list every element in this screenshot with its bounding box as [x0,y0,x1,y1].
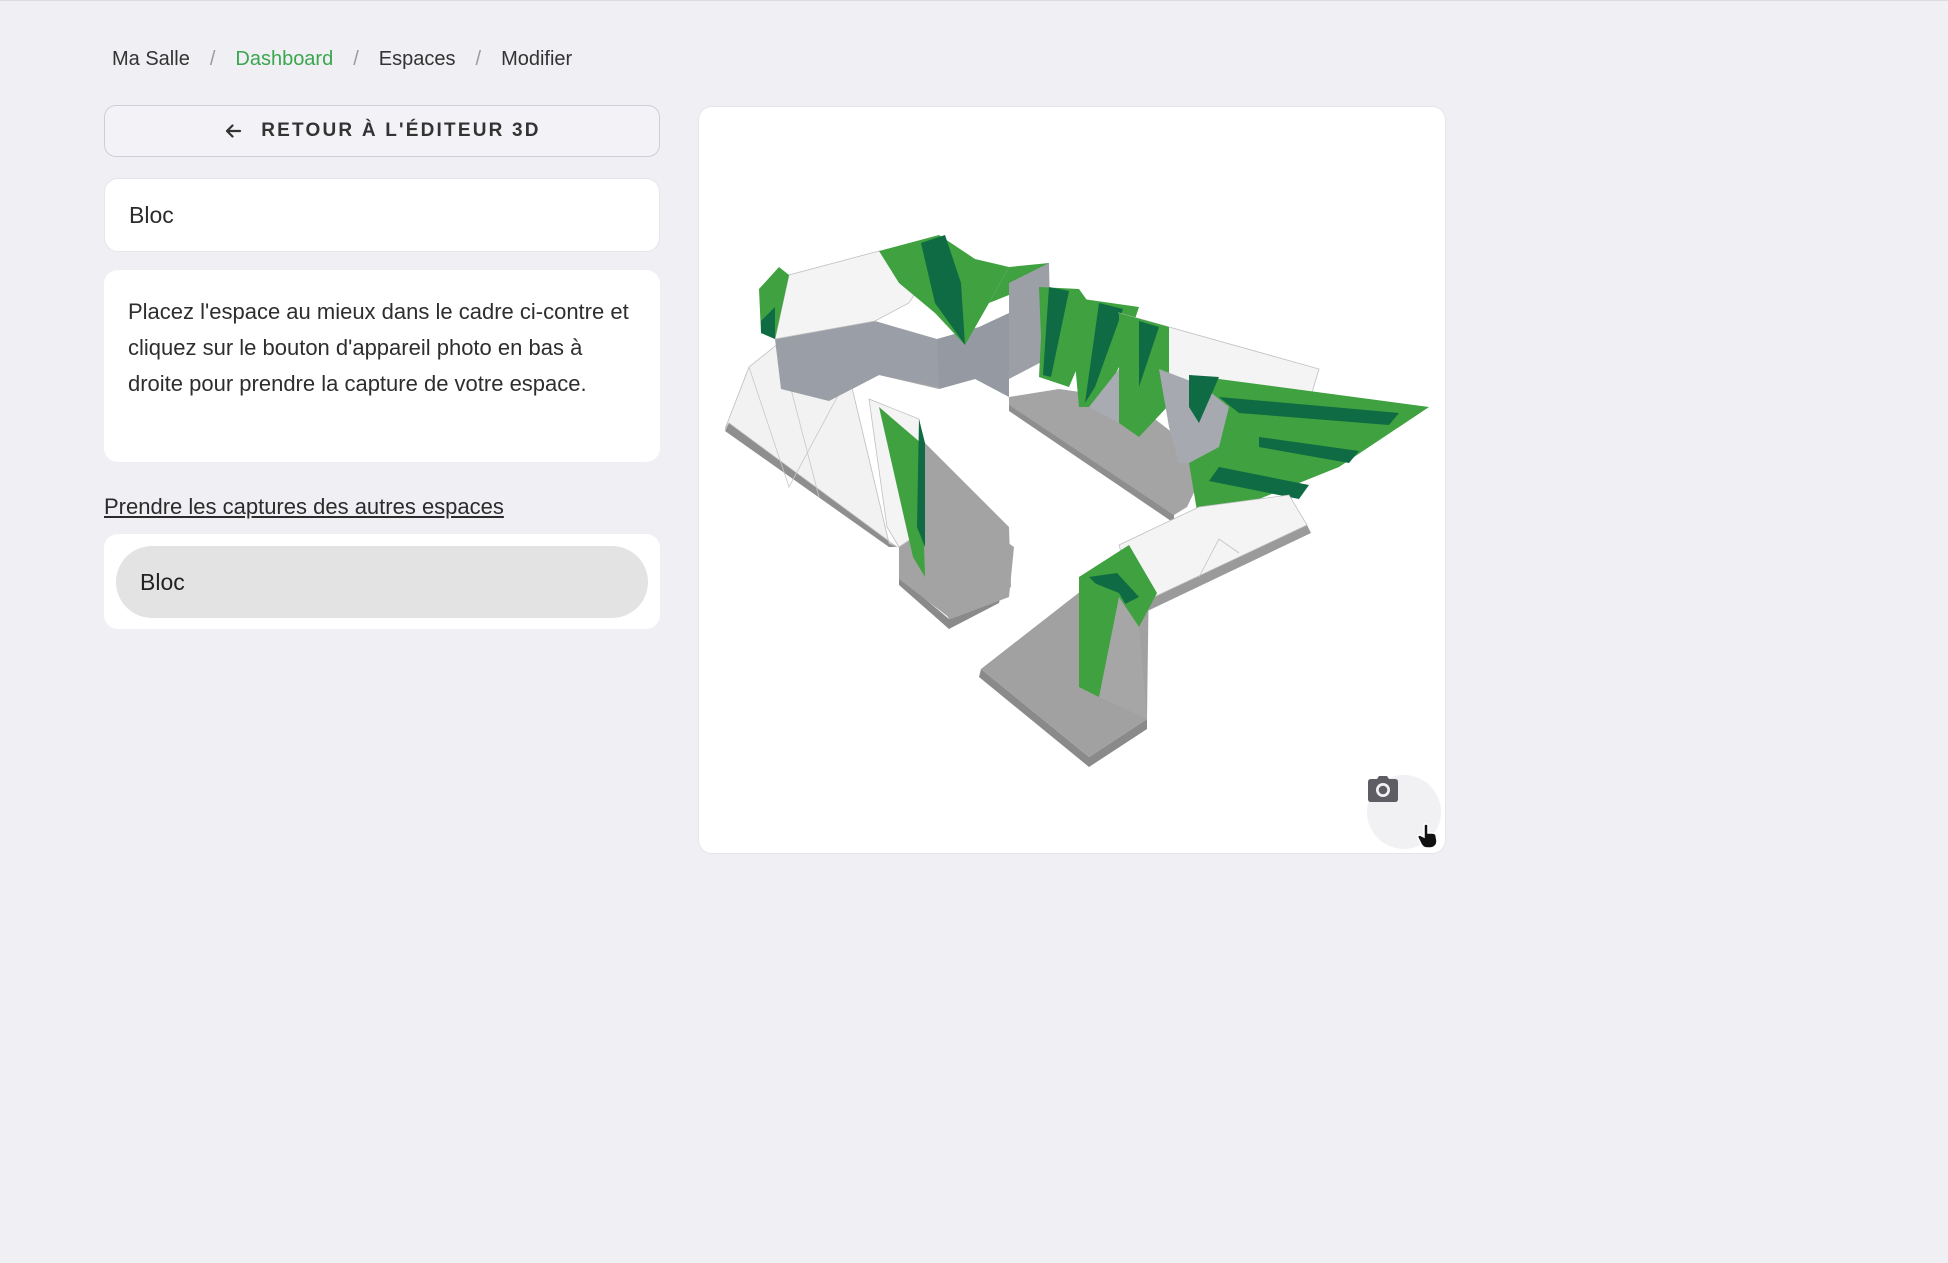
other-spaces-captures-link[interactable]: Prendre les captures des autres espaces [104,494,504,520]
breadcrumb: Ma Salle / Dashboard / Espaces / Modifie… [112,48,572,71]
back-button-label: RETOUR À L'ÉDITEUR 3D [261,120,541,141]
list-item[interactable]: Bloc [116,546,648,618]
3d-climbing-wall-render [724,235,1429,767]
instructions-card: Placez l'espace au mieux dans le cadre c… [104,270,660,462]
3d-viewer[interactable] [698,106,1446,854]
breadcrumb-separator: / [209,48,216,70]
arrow-left-icon [223,121,243,141]
breadcrumb-espaces[interactable]: Espaces [379,48,456,71]
breadcrumb-separator: / [353,48,359,70]
breadcrumb-dashboard[interactable]: Dashboard [235,48,333,71]
breadcrumb-ma-salle[interactable]: Ma Salle [112,48,190,71]
back-to-3d-editor-button[interactable]: RETOUR À L'ÉDITEUR 3D [104,105,660,157]
space-name-text: Bloc [129,201,174,228]
other-spaces-list: Bloc [104,534,660,629]
breadcrumb-modifier: Modifier [501,48,573,70]
breadcrumb-separator: / [475,48,482,70]
list-item-label: Bloc [140,568,185,595]
space-name-field: Bloc [104,178,660,252]
top-divider [0,0,1948,1]
instructions-text: Placez l'espace au mieux dans le cadre c… [128,299,629,396]
